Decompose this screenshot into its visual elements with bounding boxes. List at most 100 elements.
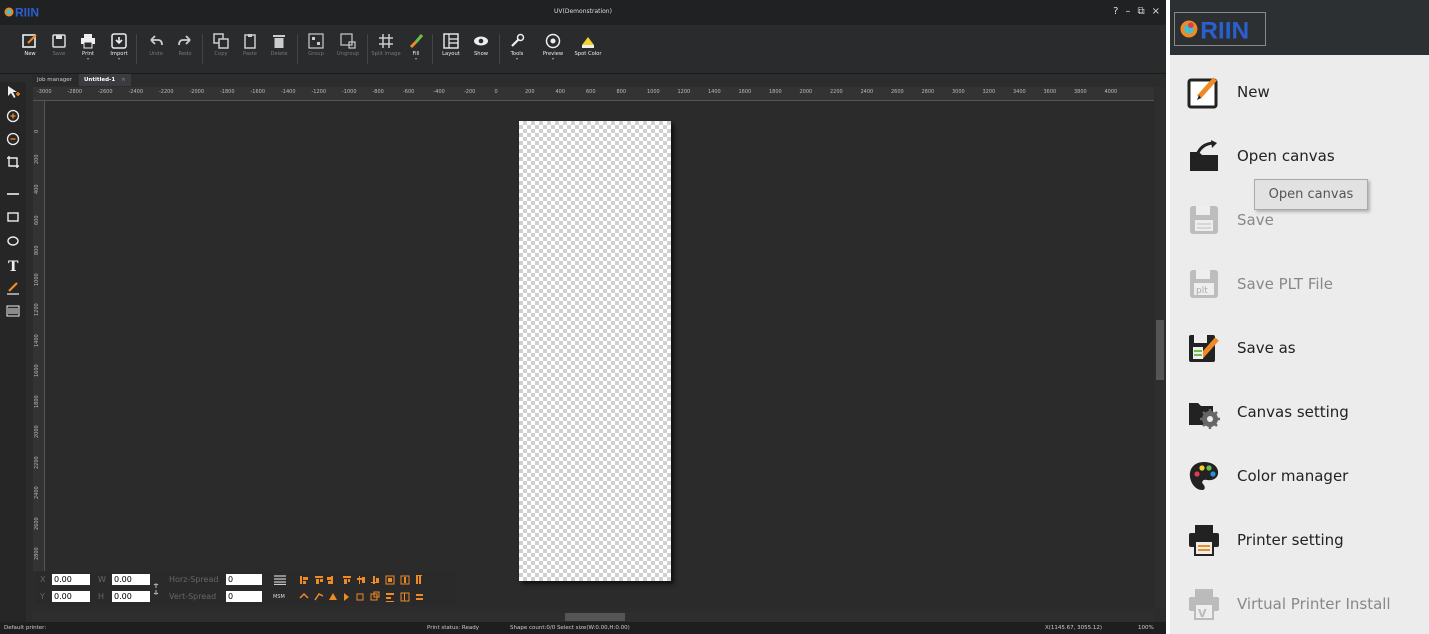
barcode-tool-icon[interactable] (6, 304, 20, 318)
restore-button[interactable]: ⧉ (1137, 6, 1144, 17)
paste-button[interactable]: Paste (235, 29, 265, 71)
import-dropdown-icon[interactable]: ▾ (104, 57, 134, 61)
show-button[interactable]: Show (466, 29, 496, 71)
w-label: W (98, 575, 106, 584)
menu-item-save-plt-file[interactable]: plt Save PLT File (1182, 256, 1429, 312)
vert-spread-field[interactable]: 0 (226, 591, 262, 602)
undo-icon (150, 35, 163, 46)
delete-button[interactable]: Delete (264, 29, 294, 71)
w-field[interactable]: 0.00 (112, 574, 150, 585)
ruler-tick-label: 800 (34, 245, 40, 255)
ruler-tick-label: 800 (616, 89, 627, 95)
preview-button[interactable]: Preview ▾ (538, 29, 568, 71)
fill-dropdown-icon[interactable]: ▾ (401, 57, 431, 61)
save-button[interactable]: Save (44, 29, 74, 71)
cursor-coordinates: X(1145.67, 3055.12) (1045, 625, 1103, 631)
print-status-text: Print status: Ready (427, 625, 479, 631)
save-label: Save (52, 51, 66, 57)
fill-button[interactable]: Fill ▾ (401, 29, 431, 71)
menu-item-printer-setting[interactable]: Printer setting (1182, 512, 1429, 568)
redo-button[interactable]: Redo (170, 29, 200, 71)
align-menu-icon[interactable] (274, 575, 286, 585)
canvas-area[interactable] (46, 102, 1154, 607)
close-tab-icon[interactable]: × (121, 77, 126, 83)
tools-icon (511, 33, 525, 47)
pen-tool-icon[interactable] (6, 281, 20, 295)
lock-ratio-icon[interactable] (152, 583, 160, 595)
crop-icon[interactable] (6, 155, 20, 169)
ellipse-tool-icon[interactable] (6, 234, 20, 248)
tab-job-manager[interactable]: Job manager (32, 74, 77, 86)
import-button[interactable]: Import ▾ (104, 29, 134, 71)
ungroup-button[interactable]: Ungroup (333, 29, 363, 71)
vertical-scrollbar[interactable] (1155, 87, 1165, 607)
menu-item-virtual-printer-install[interactable]: V Virtual Printer Install (1182, 576, 1429, 632)
menu-item-color-manager[interactable]: Color manager (1182, 448, 1429, 504)
tools-button[interactable]: Tools ▾ (502, 29, 532, 71)
menu-item-new[interactable]: New (1182, 64, 1429, 120)
spot-color-button[interactable]: Spot Color (573, 29, 603, 71)
scrollbar-thumb[interactable] (1156, 320, 1164, 380)
group-label: Group (308, 51, 324, 57)
tools-dropdown-icon[interactable]: ▾ (502, 57, 532, 61)
rectangle-tool-icon[interactable] (6, 210, 20, 224)
help-icon[interactable]: ? (1113, 6, 1118, 17)
open-canvas-icon (1190, 140, 1218, 171)
x-field[interactable]: 0.00 (52, 574, 90, 585)
split-image-button[interactable]: Split image (371, 29, 401, 71)
horizontal-scrollbar[interactable] (33, 612, 1154, 622)
property-bar: X 0.00 Y 0.00 W 0.00 H 0.00 Horz-Spread … (36, 572, 456, 605)
tool-palette: T (0, 82, 26, 622)
file-menu-panel: RIIN New Open canvas Save plt Save PLT F… (1170, 0, 1429, 634)
transparent-canvas-page[interactable] (519, 121, 671, 581)
scrollbar-thumb[interactable] (565, 613, 625, 621)
ruler-tick-label: 200 (525, 89, 535, 95)
text-tool-icon[interactable]: T (6, 258, 20, 272)
h-field[interactable]: 0.00 (112, 591, 150, 602)
y-field[interactable]: 0.00 (52, 591, 90, 602)
layout-button[interactable]: Layout (436, 29, 466, 71)
new-button[interactable]: New (15, 29, 45, 71)
ruler-tick-label: -1400 (281, 89, 296, 95)
x-label: X (40, 575, 46, 584)
ruler-tick-label: 400 (34, 184, 40, 194)
menu-item-save-as[interactable]: Save as (1182, 320, 1429, 376)
select-tool-icon[interactable] (6, 85, 20, 99)
print-dropdown-icon[interactable]: ▾ (73, 57, 103, 61)
ruler-tick-label: 2800 (34, 547, 40, 560)
ruler-tick-label: -3000 (37, 89, 52, 95)
menu-item-canvas-setting[interactable]: Canvas setting (1182, 384, 1429, 440)
copy-button[interactable]: Copy (206, 29, 236, 71)
undo-button[interactable]: Undo (141, 29, 171, 71)
shape-count-text: Shape count:0/0 Select size(W:0.00,H:0.0… (510, 625, 630, 631)
ruler-tick-label: 3800 (1074, 89, 1087, 95)
zoom-out-icon[interactable] (6, 132, 20, 146)
tab-label: Job manager (37, 77, 72, 83)
ruler-tick-label: 1000 (647, 89, 660, 95)
new-icon (22, 34, 37, 48)
ruler-tick-label: 1000 (34, 272, 40, 286)
riin-logo[interactable]: RIIN (1174, 12, 1266, 46)
preview-dropdown-icon[interactable]: ▾ (538, 57, 568, 61)
horz-spread-field[interactable]: 0 (226, 574, 262, 585)
menu-item-label: Printer setting (1237, 531, 1344, 549)
title-bar: RIIN UV(Demonstration) ? – ⧉ × (0, 0, 1166, 25)
line-tool-icon[interactable] (6, 187, 20, 201)
vert-spread-label: Vert-Spread (169, 592, 217, 601)
ruler-tick-label: 2600 (34, 516, 40, 530)
ruler-tick-label: 600 (586, 89, 596, 95)
zoom-in-icon[interactable] (6, 109, 20, 123)
ruler-tick-label: 2800 (921, 89, 935, 95)
menu-item-label: Save (1237, 211, 1274, 229)
print-button[interactable]: Print ▾ (73, 29, 103, 71)
document-tabs: Job manager Untitled-1 × (32, 74, 131, 86)
minimize-button[interactable]: – (1125, 6, 1130, 17)
msm-label[interactable]: MSM (273, 594, 285, 600)
group-button[interactable]: Group (301, 29, 331, 71)
menu-item-open-canvas[interactable]: Open canvas (1182, 128, 1429, 184)
close-button[interactable]: × (1152, 6, 1160, 17)
svg-text:RIIN: RIIN (1200, 17, 1249, 44)
tab-untitled-1[interactable]: Untitled-1 × (78, 74, 131, 86)
ruler-tick-label: -2800 (67, 89, 83, 95)
ruler-tick-label: -200 (464, 89, 476, 95)
